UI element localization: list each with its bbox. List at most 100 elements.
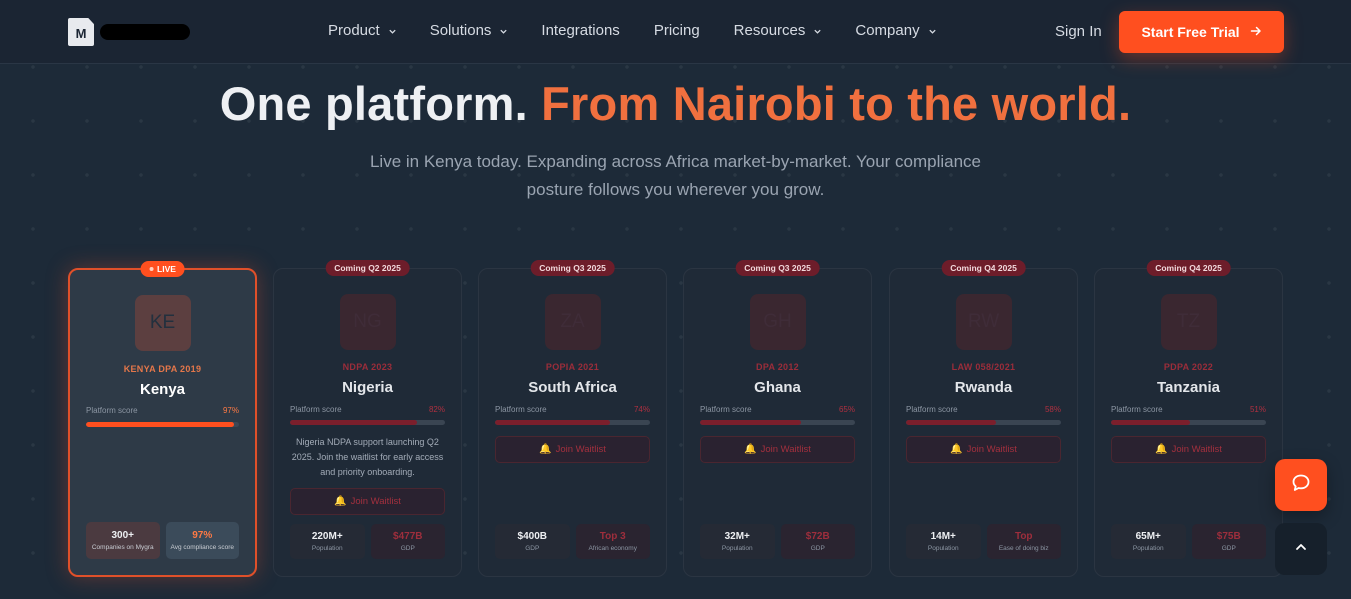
- stat-label: Population: [1132, 545, 1164, 552]
- cta-label: Start Free Trial: [1141, 24, 1240, 40]
- coming-soon-badge: Coming Q3 2025: [735, 260, 820, 276]
- score-label: Platform score: [700, 405, 752, 414]
- live-dot-icon: [149, 267, 154, 271]
- country-code: KE: [134, 295, 191, 351]
- chat-bubble-icon: [1290, 472, 1312, 499]
- stats: $400B GDP Top 3 African economy: [495, 524, 650, 559]
- chevron-down-icon: [813, 27, 822, 35]
- score-bar: [86, 422, 239, 427]
- stat-value: Top 3: [599, 531, 626, 542]
- hero-subtitle: Live in Kenya today. Expanding across Af…: [369, 152, 982, 199]
- country-name: Kenya: [139, 381, 186, 398]
- score-label: Platform score: [86, 406, 138, 415]
- country-name: Rwanda: [954, 379, 1013, 396]
- stat-tile: $75B GDP: [1191, 524, 1266, 559]
- score-value: 51%: [1249, 405, 1266, 414]
- score-bar: [495, 420, 650, 425]
- score-label: Platform score: [906, 405, 958, 414]
- hero-title-orange: From Nairobi to the world.: [541, 77, 1132, 130]
- stat-tile: 300+ Companies on Mygra: [86, 522, 160, 559]
- stat-label: GDP: [1221, 545, 1236, 552]
- nav-link-product[interactable]: Product: [328, 22, 396, 39]
- stat-label: African economy: [588, 545, 637, 552]
- stats: 300+ Companies on Mygra 97% Avg complian…: [86, 522, 239, 559]
- score-label: Platform score: [1111, 405, 1163, 414]
- stat-label: Population: [721, 545, 753, 552]
- country-card-kenya[interactable]: LIVE KE KENYA DPA 2019 Kenya Platform sc…: [68, 261, 257, 577]
- score-value: 82%: [428, 405, 445, 414]
- stat-value: 32M+: [724, 531, 750, 542]
- country-name: Nigeria: [342, 379, 393, 396]
- stat-tile: 32M+ Population: [700, 524, 775, 559]
- sign-in-link[interactable]: Sign In: [1055, 23, 1102, 40]
- stat-value: 97%: [192, 530, 213, 541]
- law-name: KENYA DPA 2019: [123, 364, 202, 374]
- chevron-down-icon: [388, 27, 396, 35]
- stat-value: $75B: [1216, 531, 1241, 542]
- scroll-to-top-button[interactable]: [1275, 523, 1327, 575]
- country-card-rwanda[interactable]: Coming Q4 2025 RW LAW 058/2021 Rwanda Pl…: [889, 260, 1078, 577]
- score-row: Platform score 82%: [290, 405, 445, 414]
- score-row: Platform score 74%: [495, 405, 650, 414]
- stats: 14M+ Population Top Ease of doing biz: [906, 524, 1061, 559]
- stat-value: $400B: [517, 531, 547, 542]
- join-waitlist-button[interactable]: 🔔 Join Waitlist: [906, 436, 1061, 463]
- score-bar-fill: [290, 420, 418, 425]
- hero-title: One platform. From Nairobi to the world.: [0, 76, 1351, 131]
- join-waitlist-button[interactable]: 🔔 Join Waitlist: [495, 436, 650, 463]
- law-name: LAW 058/2021: [951, 362, 1016, 372]
- score-bar-fill: [1111, 420, 1191, 425]
- country-card-tanzania[interactable]: Coming Q4 2025 TZ PDPA 2022 Tanzania Pla…: [1094, 260, 1283, 577]
- stat-value: 300+: [111, 530, 135, 541]
- country-code: NG: [339, 294, 396, 350]
- stat-label: Population: [927, 545, 959, 552]
- stats: 220M+ Population $477B GDP: [290, 524, 445, 559]
- score-bar: [906, 420, 1061, 425]
- chat-button[interactable]: [1275, 459, 1327, 511]
- bell-icon: 🔔: [744, 444, 757, 455]
- score-value: 74%: [633, 405, 650, 414]
- stat-tile: $477B GDP: [370, 524, 445, 559]
- stats: 32M+ Population $72B GDP: [700, 524, 855, 559]
- country-card-nigeria[interactable]: Coming Q2 2025 NG NDPA 2023 Nigeria Plat…: [273, 260, 462, 577]
- country-card-ghana[interactable]: Coming Q3 2025 GH DPA 2012 Ghana Platfor…: [683, 260, 872, 577]
- stat-label: GDP: [525, 545, 540, 552]
- logo[interactable]: M: [68, 18, 190, 46]
- law-name: NDPA 2023: [342, 362, 393, 372]
- score-value: 58%: [1044, 405, 1061, 414]
- country-card-south-africa[interactable]: Coming Q3 2025 ZA POPIA 2021 South Afric…: [478, 260, 667, 577]
- stat-label: Avg compliance score: [170, 544, 234, 551]
- score-label: Platform score: [495, 405, 547, 414]
- chevron-down-icon: [928, 27, 936, 35]
- logo-mark: M: [68, 18, 94, 46]
- live-badge: LIVE: [140, 261, 185, 277]
- bell-icon: 🔔: [1155, 444, 1168, 455]
- join-waitlist-button[interactable]: 🔔 Join Waitlist: [290, 488, 445, 515]
- score-bar-fill: [86, 422, 235, 427]
- score-value: 97%: [222, 406, 239, 415]
- stat-label: Ease of doing biz: [998, 545, 1049, 552]
- logo-wordmark-redacted: [100, 24, 190, 40]
- score-bar-fill: [495, 420, 610, 425]
- nav-link-resources[interactable]: Resources: [734, 22, 822, 39]
- top-navbar: M Product Solutions Integrations Pricing…: [0, 0, 1351, 64]
- stat-label: Companies on Mygra: [91, 544, 154, 551]
- bell-icon: 🔔: [334, 496, 347, 507]
- start-free-trial-button[interactable]: Start Free Trial: [1119, 11, 1284, 53]
- join-waitlist-button[interactable]: 🔔 Join Waitlist: [700, 436, 855, 463]
- stat-tile: 65M+ Population: [1111, 524, 1186, 559]
- nav-link-pricing[interactable]: Pricing: [654, 22, 700, 39]
- stat-value: $477B: [393, 531, 423, 542]
- score-value: 65%: [838, 405, 855, 414]
- stat-value: Top: [1014, 531, 1033, 542]
- chevron-up-icon: [1294, 540, 1308, 559]
- nav-link-company[interactable]: Company: [855, 22, 936, 39]
- nav-link-integrations[interactable]: Integrations: [541, 22, 619, 39]
- nav-link-solutions[interactable]: Solutions: [430, 22, 508, 39]
- law-name: PDPA 2022: [1163, 362, 1214, 372]
- chevron-down-icon: [499, 27, 508, 35]
- stats: 65M+ Population $75B GDP: [1111, 524, 1266, 559]
- join-waitlist-button[interactable]: 🔔 Join Waitlist: [1111, 436, 1266, 463]
- country-code: GH: [749, 294, 806, 350]
- score-bar: [290, 420, 445, 425]
